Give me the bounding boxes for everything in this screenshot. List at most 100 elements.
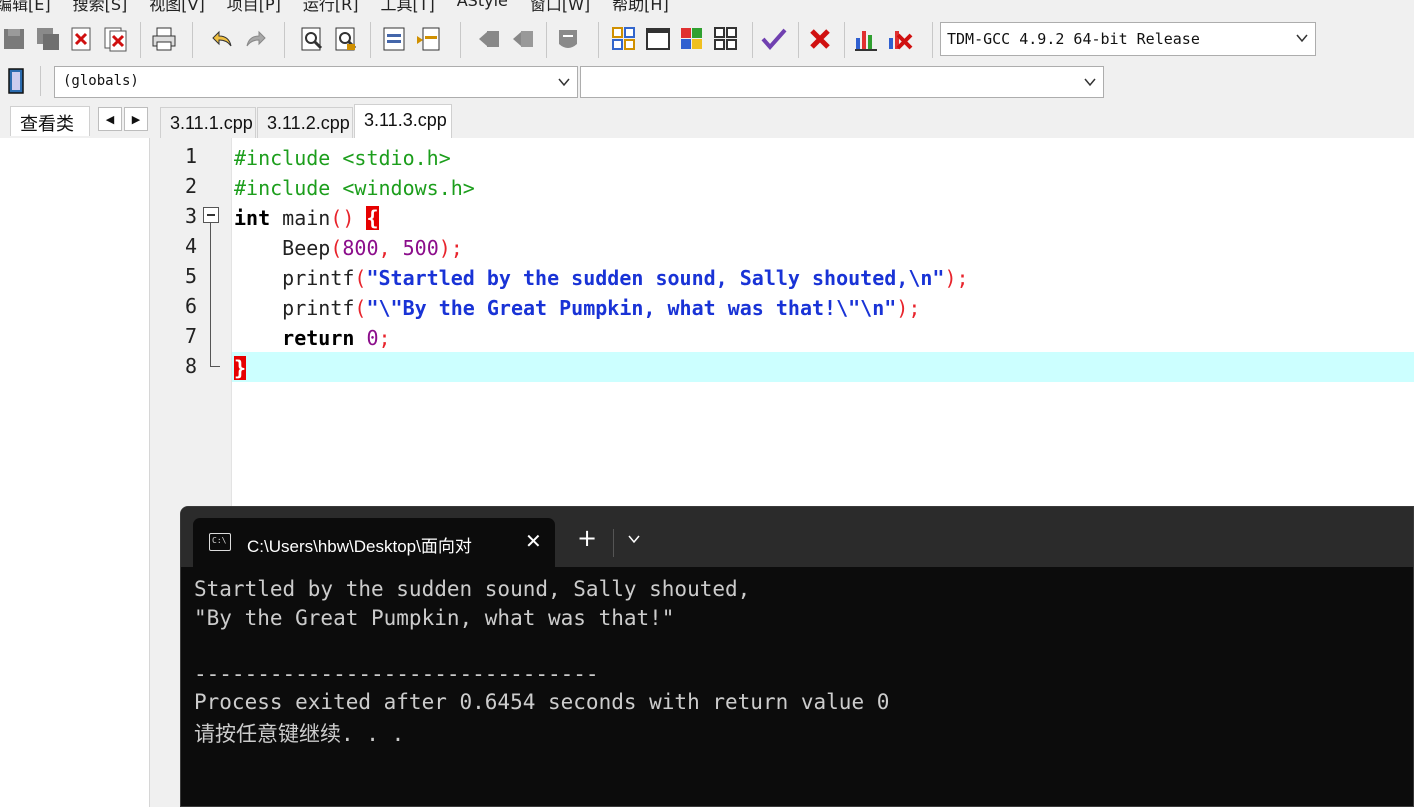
symbol: ( bbox=[354, 296, 367, 320]
indent-icon[interactable] bbox=[474, 24, 502, 54]
grid-icon[interactable] bbox=[712, 24, 740, 54]
undo-icon[interactable] bbox=[208, 24, 236, 54]
line-number: 5 bbox=[184, 264, 198, 288]
print-icon[interactable] bbox=[150, 24, 178, 54]
class-browser-pane: 查看类 ◀ ▶ bbox=[0, 104, 150, 807]
menu-tools[interactable]: 工具[T] bbox=[380, 0, 434, 14]
identifier: printf bbox=[282, 266, 355, 290]
class-browser-tabs: 查看类 ◀ ▶ bbox=[0, 104, 150, 138]
menu-search[interactable]: 搜索[S] bbox=[73, 0, 128, 14]
symbol: , bbox=[378, 236, 403, 260]
keyword: int bbox=[234, 206, 271, 230]
console-output-line: Startled by the sudden sound, Sally shou… bbox=[194, 577, 751, 601]
project-options-icon[interactable] bbox=[678, 24, 706, 54]
line-number: 3 bbox=[184, 204, 198, 228]
console-tab-title: C:\Users\hbw\Desktop\面向对 bbox=[247, 537, 472, 556]
current-line-highlight bbox=[232, 352, 1414, 382]
code-line-3: int main() { bbox=[234, 203, 379, 233]
save-icon[interactable] bbox=[0, 24, 28, 54]
close-all-icon[interactable] bbox=[102, 24, 130, 54]
unindent-icon[interactable] bbox=[508, 24, 536, 54]
bookmark-icon[interactable] bbox=[414, 24, 442, 54]
identifier: Beep bbox=[282, 236, 331, 260]
stop-icon[interactable] bbox=[806, 24, 834, 54]
console-output-line: "By the Great Pumpkin, what was that!" bbox=[194, 606, 675, 630]
open-project-icon[interactable] bbox=[644, 24, 672, 54]
code-line-2: #include <windows.h> bbox=[234, 173, 475, 203]
chevron-down-icon[interactable] bbox=[627, 532, 641, 550]
file-tab-bar: 3.11.1.cpp 3.11.2.cpp 3.11.3.cpp bbox=[160, 104, 1414, 138]
fold-end-marker bbox=[210, 366, 220, 367]
new-project-icon[interactable] bbox=[610, 24, 638, 54]
divider bbox=[613, 529, 614, 557]
string-literal: "\"By the Great Pumpkin, what was that!\… bbox=[366, 296, 897, 320]
compiler-select[interactable]: TDM-GCC 4.9.2 64-bit Release bbox=[940, 22, 1316, 56]
preprocessor-directive: #include <windows.h> bbox=[234, 176, 475, 200]
goto-line-icon[interactable] bbox=[380, 24, 408, 54]
string-literal: "Startled by the sudden sound, Sally sho… bbox=[366, 266, 945, 290]
number-literal: 0 bbox=[366, 326, 379, 350]
menu-help[interactable]: 帮助[H] bbox=[612, 0, 669, 14]
line-number: 8 bbox=[184, 354, 198, 378]
line-number: 7 bbox=[184, 324, 198, 348]
console-window[interactable]: C:\Users\hbw\Desktop\面向对 ✕ + Startled by… bbox=[180, 506, 1414, 807]
preprocessor-directive: #include <stdio.h> bbox=[234, 146, 451, 170]
menu-astyle[interactable]: AStyle bbox=[457, 0, 508, 13]
fold-line bbox=[210, 223, 211, 367]
menu-view[interactable]: 视图[V] bbox=[149, 0, 204, 14]
matched-brace: } bbox=[234, 356, 247, 380]
menu-project[interactable]: 项目[P] bbox=[227, 0, 281, 14]
tab-scroll-left-icon[interactable]: ◀ bbox=[98, 107, 122, 131]
close-file-icon[interactable] bbox=[68, 24, 96, 54]
scope-select-value: (globals) bbox=[63, 73, 139, 89]
tab-file-3-11-3[interactable]: 3.11.3.cpp bbox=[354, 104, 452, 138]
tab-file-3-11-1[interactable]: 3.11.1.cpp bbox=[160, 107, 256, 138]
delete-profile-icon[interactable] bbox=[886, 24, 914, 54]
replace-icon[interactable] bbox=[332, 24, 360, 54]
scope-select[interactable]: (globals) bbox=[54, 66, 578, 98]
symbol: ( bbox=[354, 266, 367, 290]
toggle-comment-icon[interactable] bbox=[554, 24, 582, 54]
number-literal: 500 bbox=[402, 236, 439, 260]
line-number: 2 bbox=[184, 174, 198, 198]
new-tab-button[interactable]: + bbox=[577, 526, 597, 550]
main-toolbar: TDM-GCC 4.9.2 64-bit Release bbox=[0, 16, 1414, 64]
terminal-icon bbox=[209, 533, 231, 551]
find-icon[interactable] bbox=[298, 24, 326, 54]
symbol: ); bbox=[438, 236, 463, 260]
class-browser-icon[interactable] bbox=[2, 66, 30, 96]
menu-run[interactable]: 运行[R] bbox=[303, 0, 359, 14]
console-output-line: -------------------------------- bbox=[194, 662, 599, 686]
keyword: return bbox=[282, 326, 355, 350]
save-all-icon[interactable] bbox=[34, 24, 62, 54]
tab-view-classes[interactable]: 查看类 bbox=[10, 106, 90, 136]
tab-file-3-11-2[interactable]: 3.11.2.cpp bbox=[257, 107, 353, 138]
fold-collapse-icon[interactable] bbox=[203, 207, 219, 223]
redo-icon[interactable] bbox=[242, 24, 270, 54]
member-select[interactable] bbox=[580, 66, 1104, 98]
menu-window[interactable]: 窗口[W] bbox=[530, 0, 590, 14]
scope-toolbar: (globals) bbox=[0, 64, 1414, 100]
syntax-check-icon[interactable] bbox=[760, 24, 788, 54]
code-line-5: printf("Startled by the sudden sound, Sa… bbox=[234, 263, 968, 293]
symbol: ; bbox=[378, 326, 391, 350]
console-tab[interactable]: C:\Users\hbw\Desktop\面向对 ✕ bbox=[193, 518, 555, 567]
code-line-1: #include <stdio.h> bbox=[234, 143, 451, 173]
symbol: ( bbox=[330, 236, 343, 260]
tab-scroll-right-icon[interactable]: ▶ bbox=[124, 107, 148, 131]
number-literal: 800 bbox=[342, 236, 379, 260]
code-line-6: printf("\"By the Great Pumpkin, what was… bbox=[234, 293, 920, 323]
profile-chart-icon[interactable] bbox=[852, 24, 880, 54]
console-output-line: Process exited after 0.6454 seconds with… bbox=[194, 690, 890, 714]
line-number: 1 bbox=[184, 144, 198, 168]
menu-edit[interactable]: 编辑[E] bbox=[0, 0, 51, 14]
chevron-down-icon bbox=[1295, 31, 1309, 49]
symbol: ); bbox=[896, 296, 921, 320]
chevron-down-icon bbox=[557, 75, 571, 93]
close-icon[interactable]: ✕ bbox=[525, 529, 542, 553]
identifier: printf bbox=[282, 296, 355, 320]
line-number: 4 bbox=[184, 234, 198, 258]
